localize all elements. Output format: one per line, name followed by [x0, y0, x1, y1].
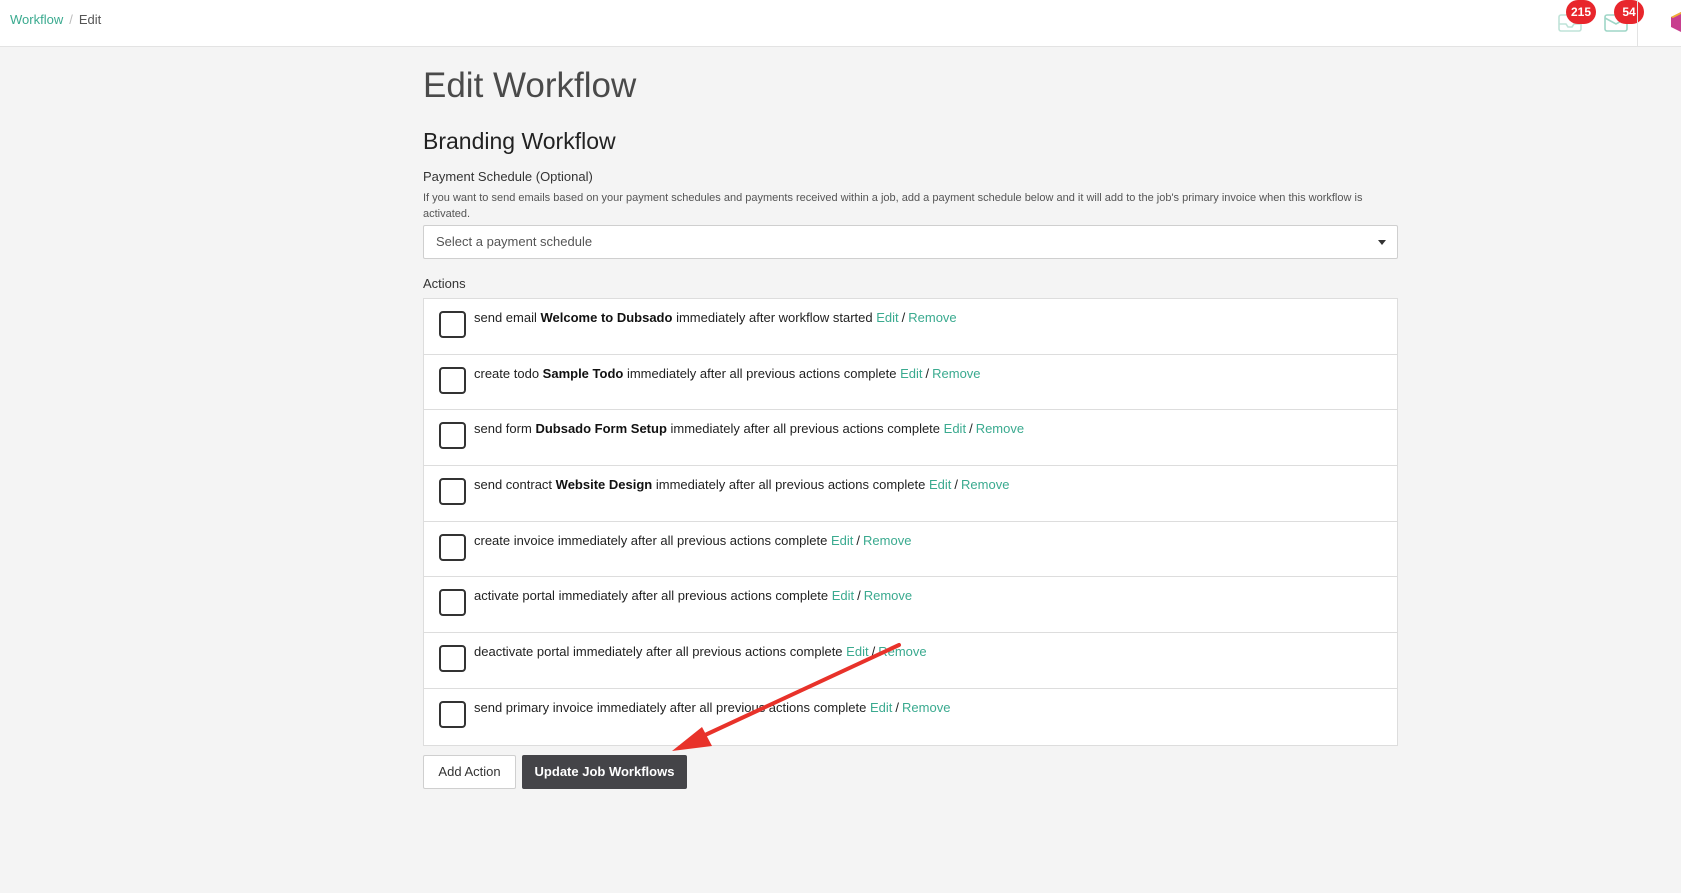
action-checkbox[interactable] — [439, 478, 466, 506]
action-timing: immediately after all previous actions c… — [573, 644, 843, 660]
action-verb: send contract — [474, 477, 553, 493]
action-row: send email Welcome to Dubsado immediatel… — [424, 299, 1397, 355]
action-verb: activate portal — [474, 588, 555, 604]
action-checkbox[interactable] — [439, 645, 466, 673]
action-timing: immediately after all previous actions c… — [558, 588, 829, 604]
action-checkbox[interactable] — [439, 366, 466, 394]
action-checkbox[interactable] — [439, 700, 466, 728]
breadcrumb: Workflow / Edit — [10, 12, 101, 27]
action-remove-link[interactable]: Remove — [878, 644, 926, 659]
payment-schedule-label: Payment Schedule (Optional) — [423, 169, 593, 184]
link-separator: / — [901, 310, 906, 325]
payment-schedule-select[interactable]: Select a payment schedule — [423, 225, 1398, 259]
form-buttons: Add Action Update Job Workflows — [423, 754, 1398, 789]
top-bar: Workflow / Edit 215 54 — [0, 0, 1681, 47]
update-job-workflows-button[interactable]: Update Job Workflows — [522, 754, 687, 789]
action-edit-link[interactable]: Edit — [944, 421, 966, 436]
action-checkbox[interactable] — [439, 533, 466, 561]
action-description: send email Welcome to Dubsado immediatel… — [474, 310, 957, 325]
link-separator: / — [895, 699, 900, 715]
payment-schedule-placeholder: Select a payment schedule — [436, 234, 593, 249]
action-verb: send email — [474, 310, 537, 325]
link-separator: / — [954, 477, 959, 493]
breadcrumb-workflow-link[interactable]: Workflow — [10, 12, 63, 27]
action-edit-link[interactable]: Edit — [846, 644, 868, 659]
action-edit-link[interactable]: Edit — [870, 700, 892, 715]
action-description: send form Dubsado Form Setup immediately… — [474, 421, 1024, 436]
link-separator: / — [871, 644, 876, 660]
link-separator: / — [969, 421, 973, 437]
action-verb: create todo — [474, 365, 540, 381]
action-remove-link[interactable]: Remove — [908, 310, 956, 325]
action-verb: create invoice — [474, 532, 555, 548]
action-target: Dubsado Form Setup — [535, 421, 667, 437]
main-content: Edit Workflow Branding Workflow Payment … — [423, 64, 1398, 789]
action-description: create invoice immediately after all pre… — [474, 533, 911, 548]
action-row: send form Dubsado Form Setup immediately… — [424, 410, 1397, 467]
action-row: send contract Website Design immediately… — [424, 466, 1397, 522]
page-title: Edit Workflow — [423, 66, 637, 105]
action-edit-link[interactable]: Edit — [832, 588, 854, 603]
action-remove-link[interactable]: Remove — [976, 421, 1024, 436]
action-verb: send form — [474, 421, 532, 437]
link-separator: / — [856, 532, 861, 548]
action-description: send contract Website Design immediately… — [474, 477, 1009, 492]
workflow-name: Branding Workflow — [423, 128, 616, 154]
action-remove-link[interactable]: Remove — [863, 533, 911, 548]
action-remove-link[interactable]: Remove — [961, 477, 1009, 492]
action-edit-link[interactable]: Edit — [900, 366, 922, 381]
inbox-notification-button[interactable]: 215 — [1554, 0, 1597, 36]
action-row: create invoice immediately after all pre… — [424, 522, 1397, 578]
action-target: Welcome to Dubsado — [540, 310, 673, 325]
action-remove-link[interactable]: Remove — [902, 700, 950, 715]
action-timing: immediately after all previous actions c… — [557, 532, 828, 548]
breadcrumb-current: Edit — [78, 12, 102, 27]
action-description: create todo Sample Todo immediately afte… — [474, 366, 981, 381]
mail-badge: 54 — [1614, 0, 1644, 24]
action-description: deactivate portal immediately after all … — [474, 644, 927, 659]
payment-schedule-help: If you want to send emails based on your… — [423, 192, 1363, 220]
link-separator: / — [925, 365, 930, 381]
action-row: activate portal immediately after all pr… — [424, 577, 1397, 634]
action-remove-link[interactable]: Remove — [932, 366, 980, 381]
action-verb: deactivate portal — [474, 644, 570, 660]
action-row: send primary invoice immediately after a… — [424, 689, 1397, 745]
actions-label: Actions — [423, 276, 466, 291]
action-edit-link[interactable]: Edit — [929, 477, 951, 492]
breadcrumb-separator: / — [69, 12, 73, 27]
action-remove-link[interactable]: Remove — [864, 588, 912, 603]
header-divider — [1637, 0, 1638, 47]
action-checkbox[interactable] — [439, 311, 466, 338]
add-action-button[interactable]: Add Action — [423, 754, 516, 789]
inbox-badge: 215 — [1566, 0, 1597, 24]
action-target: Sample Todo — [542, 365, 624, 381]
action-timing: immediately after all previous actions c… — [655, 477, 926, 493]
action-row: create todo Sample Todo immediately afte… — [424, 355, 1397, 411]
app-logo-icon[interactable] — [1671, 12, 1681, 32]
action-timing: immediately after all previous actions c… — [596, 699, 867, 715]
action-timing: immediately after all previous actions c… — [670, 421, 941, 437]
action-verb: send primary invoice — [474, 699, 594, 715]
action-edit-link[interactable]: Edit — [831, 533, 853, 548]
action-description: activate portal immediately after all pr… — [474, 588, 912, 603]
actions-list: send email Welcome to Dubsado immediatel… — [423, 298, 1398, 746]
action-timing: immediately after workflow started — [676, 310, 873, 325]
link-separator: / — [857, 588, 861, 604]
caret-down-icon — [1378, 240, 1386, 245]
action-target: Website Design — [555, 477, 653, 493]
action-edit-link[interactable]: Edit — [876, 310, 898, 325]
action-timing: immediately after all previous actions c… — [626, 365, 897, 381]
action-checkbox[interactable] — [439, 589, 466, 617]
action-row: deactivate portal immediately after all … — [424, 633, 1397, 689]
mail-notification-button[interactable]: 54 — [1600, 0, 1644, 36]
action-checkbox[interactable] — [439, 422, 466, 450]
action-description: send primary invoice immediately after a… — [474, 700, 950, 715]
